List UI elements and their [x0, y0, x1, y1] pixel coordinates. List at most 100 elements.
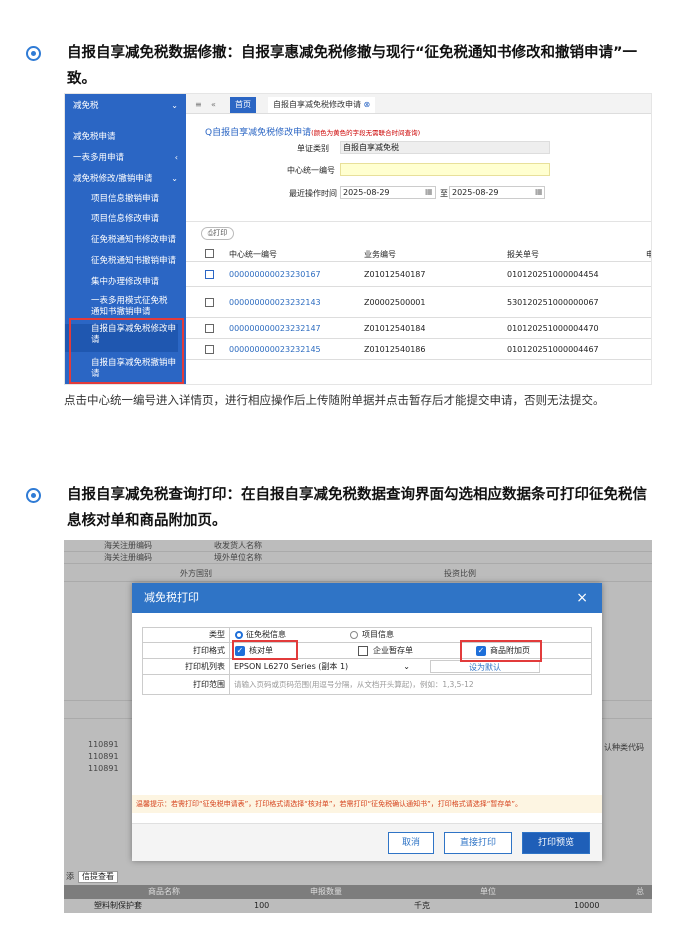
printer-label: 打印机列表: [142, 659, 230, 675]
print-label: 打印: [213, 229, 228, 237]
printer-select[interactable]: EPSON L6270 Series (副本 1) ⌄: [234, 660, 414, 673]
chevron-down-icon: ⌄: [403, 662, 410, 671]
center-number-link[interactable]: 000000000023230167: [229, 270, 321, 279]
business-number: Z00002500001: [364, 298, 426, 307]
divider: [186, 221, 651, 222]
type-option: 项目信息: [362, 630, 394, 639]
printer-value: EPSON L6270 Series (副本 1): [234, 662, 349, 671]
bg-label: 添: [66, 872, 74, 881]
bg-tab[interactable]: 信提查看: [78, 871, 118, 883]
row-checkbox[interactable]: [205, 345, 214, 354]
grid-cell: 塑料制保护套: [94, 901, 142, 910]
grid-cell: 千克: [414, 901, 430, 910]
highlight-box: [69, 318, 184, 384]
tab-active-label: 自报自享减免税修改申请: [273, 100, 361, 109]
declaration-number: 010120251000004470: [507, 324, 599, 333]
highlight-box: [232, 640, 298, 660]
select-all-checkbox[interactable]: [205, 249, 214, 258]
date-separator: 至: [440, 189, 448, 198]
sidebar-title[interactable]: 减免税: [65, 101, 186, 112]
row-checkbox[interactable]: [205, 270, 214, 279]
business-number: Z01012540187: [364, 270, 426, 279]
grid-header: 单位: [480, 887, 496, 896]
sidebar-item[interactable]: 项目信息修改申请: [65, 214, 186, 225]
tab-bar: ≡ « 首页 自报自享减免税修改申请 ⊗: [186, 94, 651, 114]
menu-icon[interactable]: ≡: [190, 97, 207, 113]
bg-label: 投资比例: [444, 569, 476, 578]
bg-label: 外方国别: [180, 569, 212, 578]
close-icon[interactable]: ⊗: [364, 100, 371, 109]
declaration-number: 010120251000004454: [507, 270, 599, 279]
range-input[interactable]: 请输入页码或页码范围(用逗号分隔，从文档开头算起)，例如：1,3,5-12: [234, 677, 586, 692]
bg-grid-header: 商品名称 申报数量 单位 总: [64, 885, 652, 899]
field-label: 中心统一编号: [287, 166, 335, 175]
declaration-number: 530120251000000067: [507, 298, 599, 307]
dialog-footer: 取消 直接打印 打印预览: [132, 823, 602, 861]
sidebar-item[interactable]: 征免税通知书撤销申请: [65, 256, 186, 267]
query-title-text: 自报自享减免税修改申请: [212, 128, 312, 138]
sidebar-item[interactable]: 项目信息撤销申请: [65, 194, 186, 205]
tip-bar: 温馨提示：若需打印“征免税申请表”，打印格式请选择“核对单”，若需打印“征免税确…: [132, 795, 602, 813]
bg-code: 110891: [88, 752, 119, 761]
radio[interactable]: [350, 631, 358, 639]
business-number: Z01012540184: [364, 324, 426, 333]
checkbox[interactable]: [358, 646, 368, 656]
print-preview-button[interactable]: 打印预览: [522, 832, 590, 854]
cancel-button[interactable]: 取消: [388, 832, 434, 854]
row-checkbox[interactable]: [205, 324, 214, 333]
table-row[interactable]: 000000000023232147 Z01012540184 01012025…: [186, 319, 651, 339]
column-header: 中心统一编号: [229, 250, 277, 259]
chevron-left-icon: ‹: [174, 153, 178, 162]
tab-home[interactable]: 首页: [230, 97, 256, 113]
bg-label: 收发货人名称: [214, 541, 262, 550]
section1-heading: 自报自享减免税数据修撤：自报享惠减免税修撤与现行“征免税通知书修改和撤销申请”一…: [67, 45, 638, 87]
sidebar-item[interactable]: 集中办理修改申请: [65, 277, 186, 288]
table-row[interactable]: 000000000023232145 Z01012540186 01012025…: [186, 340, 651, 360]
sidebar-item[interactable]: 一表多用模式征免税通知书撤销申请: [65, 296, 175, 317]
table-row[interactable]: 000000000023232143 Z00002500001 53012025…: [186, 288, 651, 318]
center-number-link[interactable]: 000000000023232143: [229, 298, 321, 307]
sidebar-item[interactable]: 减免税申请: [65, 132, 186, 143]
center-number-input[interactable]: [340, 163, 550, 176]
chevron-down-icon: ⌄: [171, 174, 178, 183]
table-header: 中心统一编号 业务编号 报关单号 申: [186, 244, 651, 262]
sidebar-item[interactable]: 一表多用申请: [65, 153, 186, 164]
declaration-number: 010120251000004467: [507, 345, 599, 354]
bg-label: 境外单位名称: [214, 553, 262, 562]
grid-header: 总: [636, 887, 644, 896]
type-label: 类型: [142, 627, 230, 643]
direct-print-button[interactable]: 直接打印: [444, 832, 512, 854]
close-icon[interactable]: ×: [576, 583, 588, 613]
chevron-down-icon: ⌄: [171, 101, 178, 110]
tab-active[interactable]: 自报自享减免税修改申请 ⊗: [268, 97, 376, 113]
doc-type-field[interactable]: 自报自享减免税: [340, 141, 550, 154]
grid-cell: 10000: [574, 901, 600, 910]
format-label: 打印格式: [142, 643, 230, 659]
section2-heading: 自报自享减免税查询打印：在自报自享减免税数据查询界面勾选相应数据条可打印征免税信…: [67, 487, 647, 529]
center-number-link[interactable]: 000000000023232145: [229, 345, 321, 354]
format-option: 企业暂存单: [373, 646, 413, 655]
double-left-icon[interactable]: «: [206, 97, 221, 113]
sidebar-item[interactable]: 减免税修改/撤销申请: [65, 174, 186, 185]
bg-grid-row: 塑料制保护套 100 千克 10000: [64, 899, 652, 913]
screenshot-print-dialog: 海关注册编码 收发货人名称 海关注册编码 境外单位名称 外方国别 投资比例 11089…: [64, 540, 652, 913]
bullet-icon: [26, 488, 41, 503]
row-checkbox[interactable]: [205, 298, 214, 307]
highlight-box: [460, 640, 542, 662]
calendar-icon[interactable]: ▦: [535, 187, 543, 196]
bullet-icon: [26, 46, 41, 61]
column-header: 业务编号: [364, 250, 396, 259]
table-row[interactable]: 000000000023230167 Z01012540187 01012025…: [186, 263, 651, 287]
screenshot-reduction-modify: 减免税 ⌄ 减免税申请 一表多用申请 ‹ 减免税修改/撤销申请 ⌄ 项目信息撤销申请 …: [64, 93, 652, 385]
center-number-link[interactable]: 000000000023232147: [229, 324, 321, 333]
date-to-input[interactable]: 2025-08-29: [449, 186, 545, 199]
field-label: 最近操作时间: [289, 189, 337, 198]
radio-selected[interactable]: [235, 631, 243, 639]
business-number: Z01012540186: [364, 345, 426, 354]
bg-code: 110891: [88, 764, 119, 773]
calendar-icon[interactable]: ▦: [425, 187, 433, 196]
print-button[interactable]: ⎙打印: [201, 227, 234, 240]
date-from-input[interactable]: 2025-08-29: [340, 186, 436, 199]
section1-note: 点击中心统一编号进入详情页，进行相应操作后上传随附单据并点击暂存后才能提交申请，…: [64, 393, 605, 407]
sidebar-item[interactable]: 征免税通知书修改申请: [65, 235, 186, 246]
